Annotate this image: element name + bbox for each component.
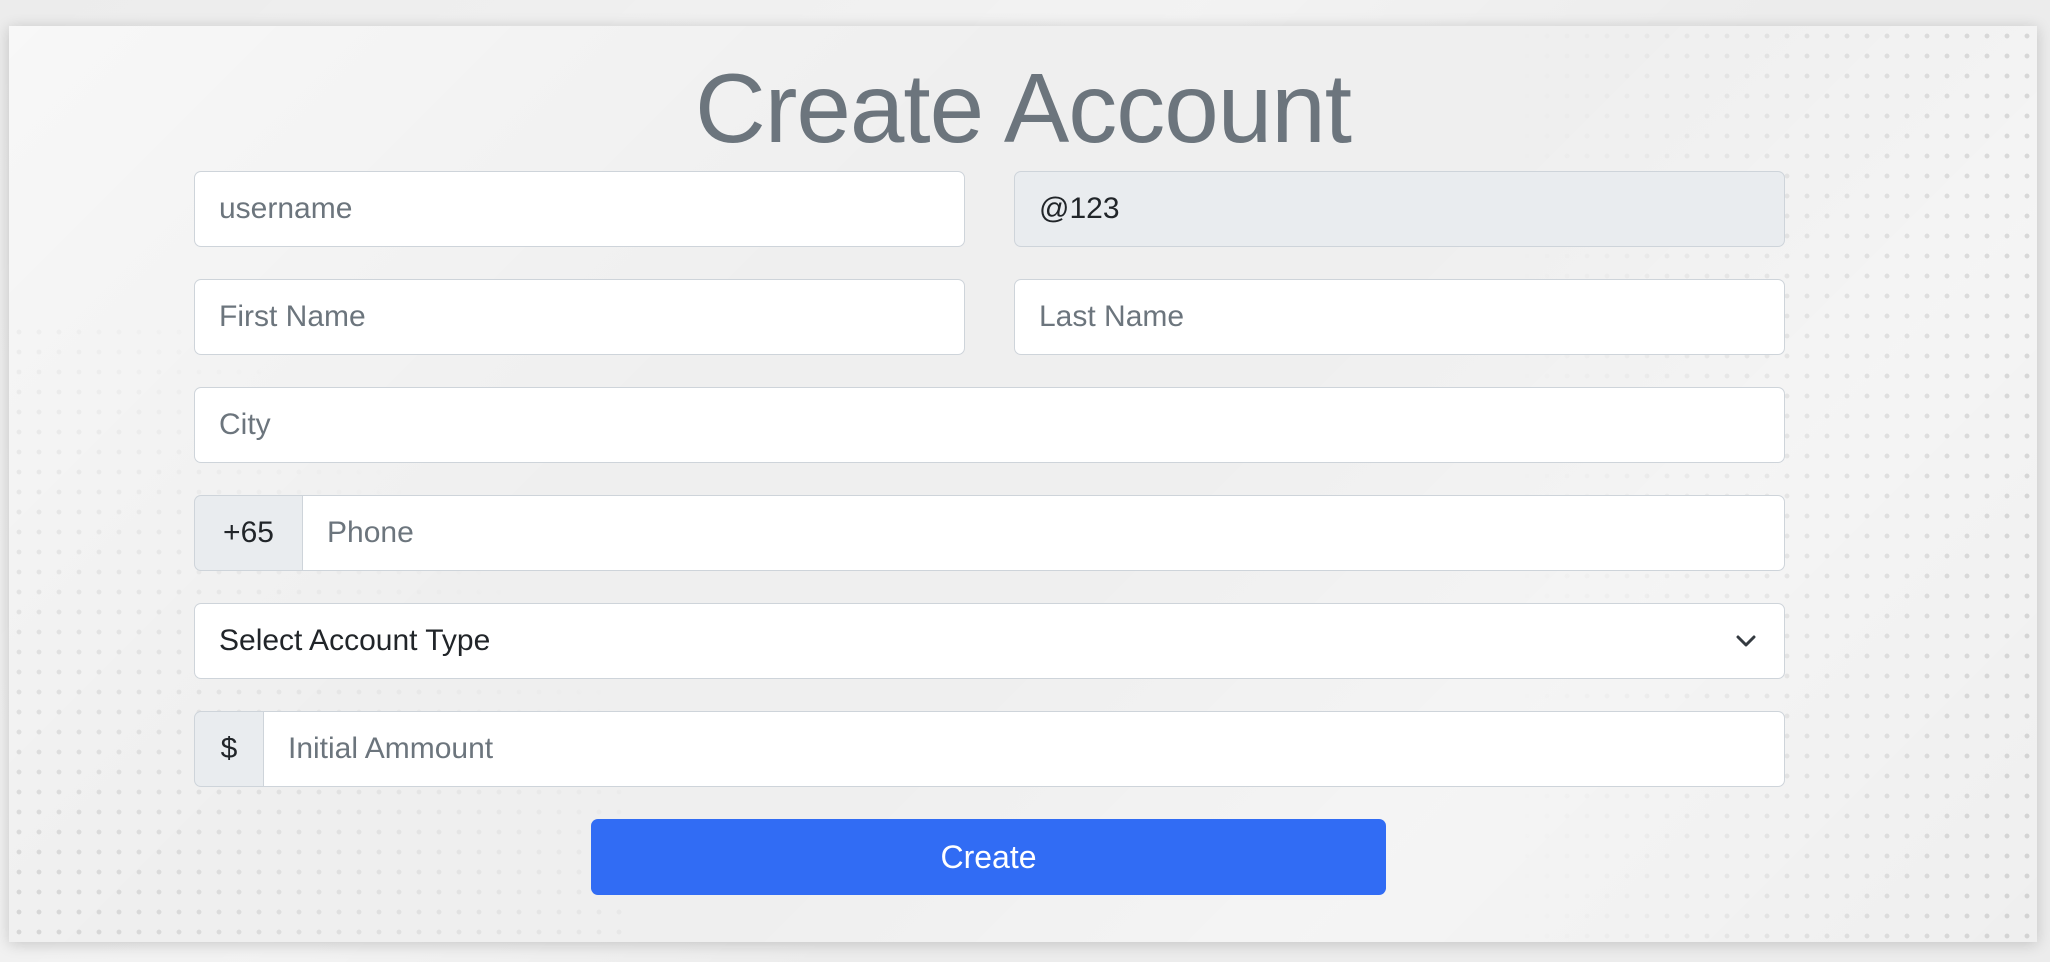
username-placeholder: username bbox=[219, 192, 353, 225]
phone-input[interactable]: Phone bbox=[302, 495, 1785, 571]
phone-prefix-text: +65 bbox=[223, 516, 274, 549]
last-name-input[interactable]: Last Name bbox=[1014, 279, 1785, 355]
last-name-placeholder: Last Name bbox=[1039, 300, 1185, 333]
create-button[interactable]: Create bbox=[591, 819, 1386, 895]
phone-input-group: +65 Phone bbox=[194, 495, 1785, 571]
city-placeholder: City bbox=[219, 408, 271, 441]
first-name-input[interactable]: First Name bbox=[194, 279, 965, 355]
city-input[interactable]: City bbox=[194, 387, 1785, 463]
account-type-select[interactable]: Select Account Type bbox=[194, 603, 1785, 679]
page-title: Create Account bbox=[694, 53, 1352, 163]
currency-symbol: $ bbox=[220, 732, 238, 765]
chevron-down-icon bbox=[1732, 627, 1760, 655]
initial-amount-input[interactable]: Initial Ammount bbox=[263, 711, 1785, 787]
username-suffix-value: @123 bbox=[1039, 192, 1120, 225]
username-suffix-field: @123 bbox=[1014, 171, 1785, 247]
currency-addon: $ bbox=[194, 711, 263, 787]
first-name-placeholder: First Name bbox=[219, 300, 366, 333]
username-input[interactable]: username bbox=[194, 171, 965, 247]
phone-prefix-addon: +65 bbox=[194, 495, 302, 571]
create-account-card: Create Account username @123 First Name … bbox=[9, 26, 2037, 942]
initial-amount-placeholder: Initial Ammount bbox=[288, 732, 494, 765]
amount-input-group: $ Initial Ammount bbox=[194, 711, 1785, 787]
account-type-selected-value: Select Account Type bbox=[219, 624, 491, 657]
phone-placeholder: Phone bbox=[327, 516, 414, 549]
